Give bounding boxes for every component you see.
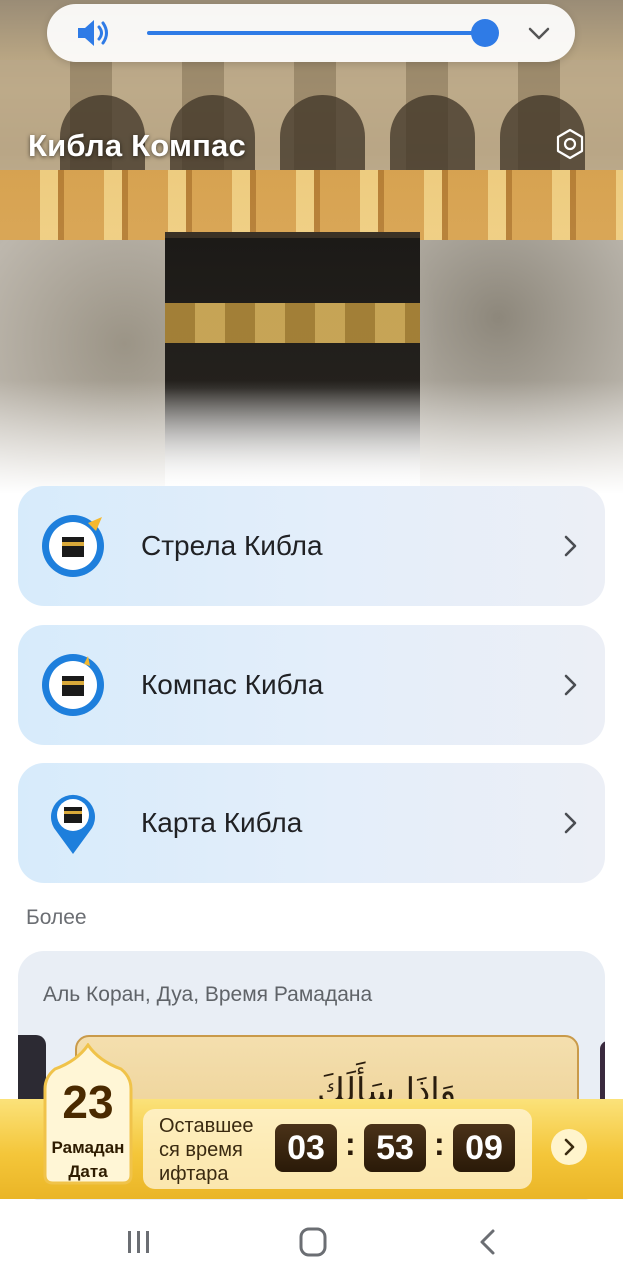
chevron-down-icon[interactable] [525, 19, 553, 47]
volume-panel [47, 4, 575, 62]
hero-kaaba-image [0, 0, 623, 500]
more-subtitle: Аль Коран, Дуа, Время Рамадана [43, 983, 373, 1006]
section-heading-more: Более [26, 906, 87, 929]
qibla-map-pin-icon [51, 794, 95, 854]
hero-fade [0, 380, 623, 500]
chevron-right-icon [564, 1138, 575, 1156]
kaaba-gold-band [165, 303, 420, 343]
countdown-separator: : [345, 1126, 356, 1162]
menu-label: Компас Кибла [141, 669, 324, 700]
volume-icon[interactable] [75, 17, 111, 49]
menu-card-qibla-arrow[interactable]: Стрела Кибла [18, 486, 605, 606]
settings-hex-icon[interactable] [553, 127, 587, 161]
back-icon[interactable] [472, 1226, 506, 1258]
iftar-remaining-label: Оставшее ся время ифтара [159, 1114, 269, 1186]
countdown-separator: : [434, 1126, 445, 1162]
volume-slider-track[interactable] [147, 31, 487, 35]
remaining-line1: Оставшее [159, 1115, 254, 1137]
ramadan-label-line2: Дата [68, 1162, 108, 1181]
volume-slider-thumb[interactable] [471, 19, 499, 47]
remaining-line3: ифтара [159, 1163, 229, 1185]
ramadan-day: 23 [62, 1076, 114, 1128]
chevron-right-icon [564, 535, 577, 557]
qibla-arrow-icon [42, 515, 104, 577]
countdown-minutes: 53 [364, 1124, 426, 1172]
ramadan-label-line1: Рамадан [51, 1138, 125, 1157]
arch [280, 95, 365, 170]
menu-card-qibla-map[interactable]: Карта Кибла [18, 763, 605, 883]
menu-card-qibla-compass[interactable]: Компас Кибла [18, 625, 605, 745]
home-icon[interactable] [296, 1226, 330, 1258]
arch [390, 95, 475, 170]
ramadan-open-button[interactable] [551, 1129, 587, 1165]
gold-arches [0, 170, 623, 240]
page-title: Кибла Компас [28, 128, 246, 163]
menu-label: Карта Кибла [141, 807, 303, 838]
chevron-right-icon [564, 812, 577, 834]
ramadan-date-label: Рамадан Дата [41, 1136, 135, 1184]
countdown-hours: 03 [275, 1124, 337, 1172]
chevron-right-icon [564, 674, 577, 696]
menu-label: Стрела Кибла [141, 530, 323, 561]
qibla-compass-icon [42, 654, 104, 716]
remaining-line2: ся время [159, 1139, 243, 1161]
countdown-seconds: 09 [453, 1124, 515, 1172]
recent-apps-icon[interactable] [122, 1226, 156, 1258]
